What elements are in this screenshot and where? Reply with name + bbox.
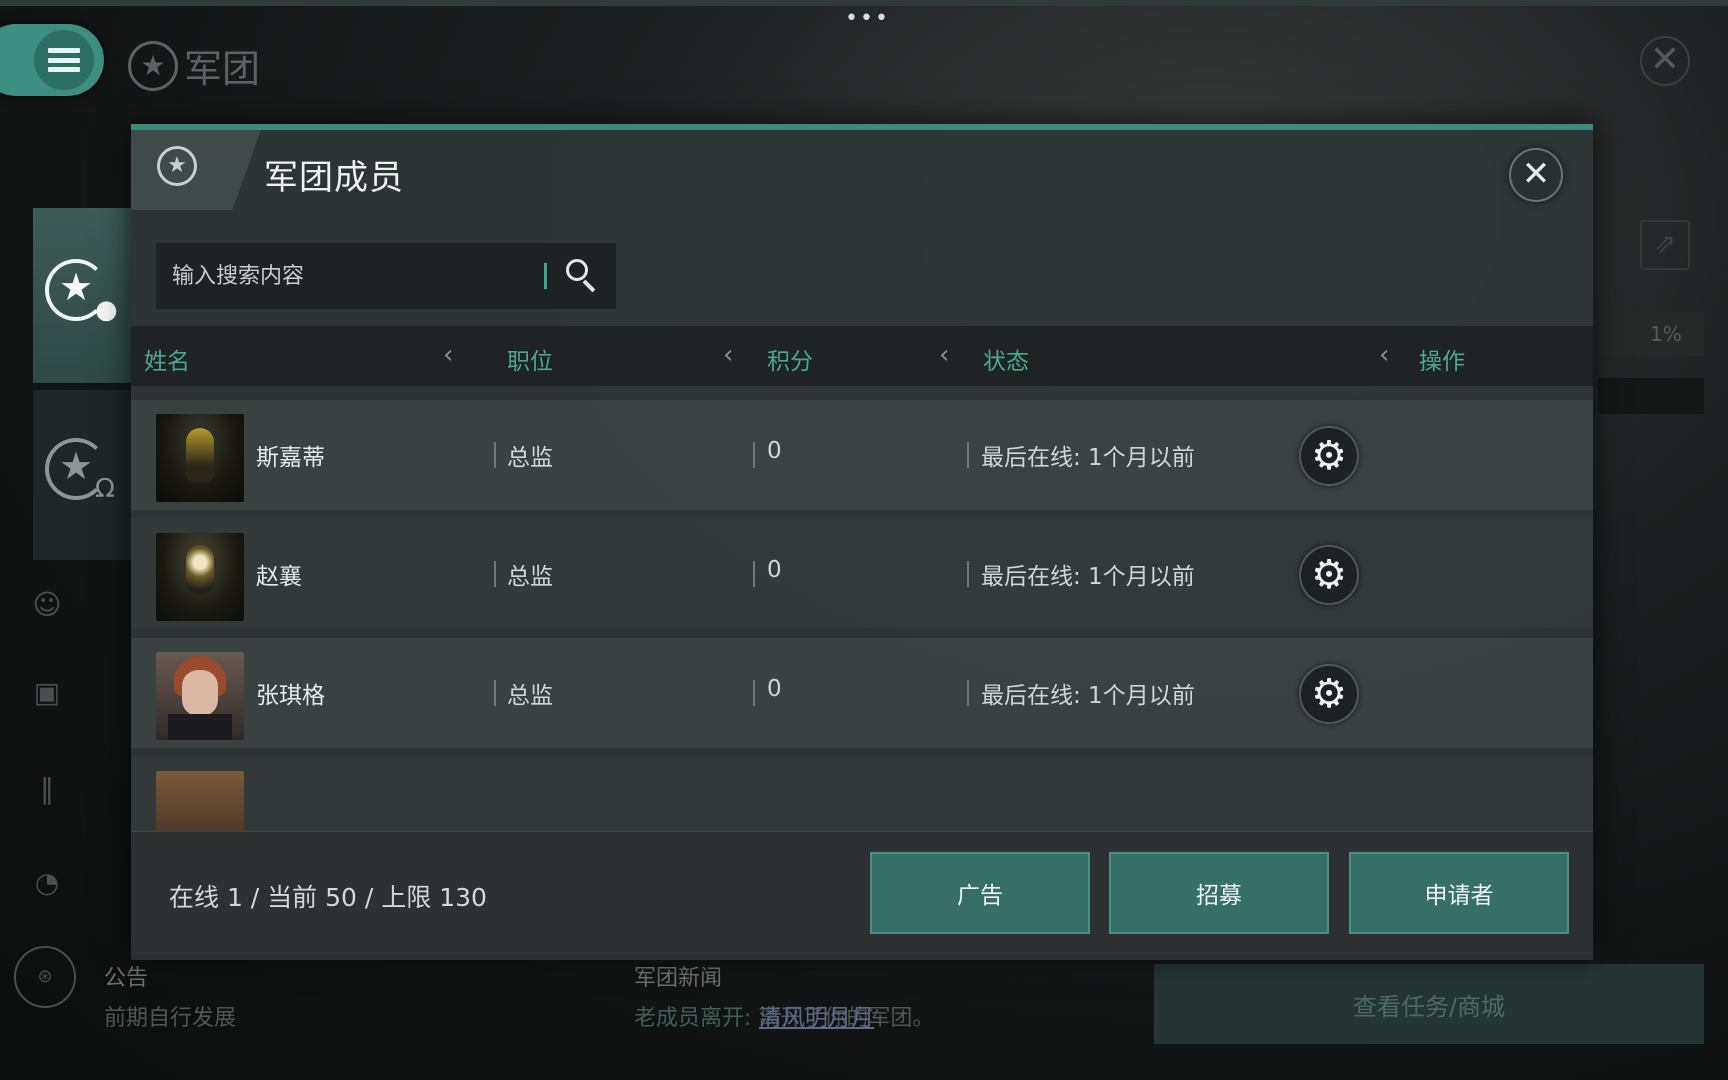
member-role: 总监 (507, 564, 553, 590)
divider (967, 442, 969, 468)
main-menu-button[interactable] (0, 24, 104, 96)
search-caret (544, 263, 547, 289)
announcement: 公告 前期自行发展 (104, 966, 237, 1031)
level-badge-icon[interactable]: ⊛ (14, 946, 76, 1008)
corporation-emblem-icon: ★ (157, 146, 197, 186)
members-tab-icon: ★ ● (45, 258, 119, 333)
member-count: 在线 1 / 当前 50 / 上限 130 (169, 883, 487, 912)
member-icon[interactable]: ☺ (30, 588, 64, 622)
table-row[interactable] (131, 757, 1593, 831)
member-role: 总监 (507, 445, 553, 471)
pie-chart-icon[interactable]: ◔ (30, 866, 64, 900)
corporation-emblem-icon: ★ (128, 40, 178, 91)
avatar (156, 414, 244, 502)
member-settings-button[interactable]: ⚙ (1299, 545, 1359, 605)
ads-button[interactable]: 广告 (870, 852, 1090, 934)
member-name: 赵襄 (256, 564, 302, 590)
export-icon[interactable]: ⇗ (1640, 220, 1690, 270)
member-status: 最后在线: 1个月以前 (981, 683, 1195, 709)
table-row[interactable]: 张琪格 总监 0 最后在线: 1个月以前 ⚙ (131, 638, 1593, 748)
divider (967, 561, 969, 587)
member-name: 张琪格 (256, 683, 325, 709)
background-strip (1598, 378, 1704, 414)
background-page-title: ★ 军团 (128, 38, 260, 93)
close-icon[interactable]: ✕ (1509, 148, 1563, 202)
member-list: 斯嘉蒂 总监 0 最后在线: 1个月以前 ⚙ 赵襄 总监 0 最后在线: 1个月… (131, 386, 1593, 831)
member-settings-button[interactable]: ⚙ (1299, 664, 1359, 724)
member-name: 斯嘉蒂 (256, 445, 325, 471)
divider (753, 680, 755, 706)
divider (967, 680, 969, 706)
avatar (156, 652, 244, 740)
column-role[interactable]: 职位 (507, 342, 553, 376)
member-role: 总监 (507, 683, 553, 709)
avatar (156, 533, 244, 621)
search-box (156, 243, 616, 309)
members-dialog: ★ 军团成员 ✕ 姓名 ‹ 职位 ‹ 积分 ‹ 状态 ‹ 操作 斯嘉蒂 总监 0… (131, 124, 1593, 960)
sort-arrow-icon[interactable]: ‹ (723, 340, 733, 370)
member-points: 0 (767, 676, 782, 702)
column-points[interactable]: 积分 (767, 342, 813, 376)
member-points: 0 (767, 557, 782, 583)
sort-arrow-icon[interactable]: ‹ (939, 340, 949, 370)
divider (753, 561, 755, 587)
gear-icon: ⚙ (1311, 552, 1347, 598)
search-input[interactable] (156, 243, 546, 309)
table-row[interactable]: 赵襄 总监 0 最后在线: 1个月以前 ⚙ (131, 519, 1593, 629)
member-status: 最后在线: 1个月以前 (981, 564, 1195, 590)
omega-tab-icon: ★ Ω (45, 438, 119, 512)
tab-members[interactable]: ★ ● (33, 208, 131, 383)
gear-icon: ⚙ (1311, 671, 1347, 717)
sort-arrow-icon[interactable]: ‹ (443, 340, 453, 370)
progress-readout: 1% (1600, 312, 1704, 356)
member-settings-button[interactable]: ⚙ (1299, 426, 1359, 486)
recruit-button[interactable]: 招募 (1109, 852, 1329, 934)
dialog-title: 军团成员 (264, 158, 404, 198)
divider (494, 561, 496, 587)
sort-arrow-icon[interactable]: ‹ (1379, 340, 1389, 370)
divider (494, 442, 496, 468)
divider (494, 680, 496, 706)
tasks-shop-button[interactable]: 查看任务/商城 (1154, 964, 1704, 1044)
gear-icon: ⚙ (1311, 433, 1347, 479)
column-action: 操作 (1419, 349, 1465, 375)
table-header: 姓名 ‹ 职位 ‹ 积分 ‹ 状态 ‹ 操作 (131, 326, 1593, 386)
hamburger-icon (48, 48, 80, 72)
more-dots-icon[interactable]: ••• (845, 6, 890, 31)
background-close-icon[interactable]: ✕ (1640, 36, 1690, 86)
signal-icon[interactable]: ‖ (30, 772, 64, 806)
table-row[interactable]: 斯嘉蒂 总监 0 最后在线: 1个月以前 ⚙ (131, 400, 1593, 510)
applicants-button[interactable]: 申请者 (1349, 852, 1569, 934)
member-status: 最后在线: 1个月以前 (981, 445, 1195, 471)
search-icon[interactable] (564, 257, 600, 293)
member-points: 0 (767, 438, 782, 464)
news-member-link[interactable]: 清风明月月 (759, 998, 874, 1032)
dialog-header: ★ 军团成员 ✕ (131, 130, 1593, 210)
column-status[interactable]: 状态 (983, 342, 1029, 376)
avatar (156, 771, 244, 831)
cube-icon[interactable]: ▣ (30, 676, 64, 710)
column-name[interactable]: 姓名 (144, 342, 190, 376)
corporation-news: 军团新闻 老成员离开: 清风明月月 离开了你的军团。 (634, 966, 935, 1032)
header-emblem-box: ★ (131, 130, 261, 210)
tab-omega[interactable]: ★ Ω (33, 390, 131, 560)
dialog-footer: 在线 1 / 当前 50 / 上限 130 广告 招募 申请者 (131, 831, 1593, 960)
divider (753, 442, 755, 468)
